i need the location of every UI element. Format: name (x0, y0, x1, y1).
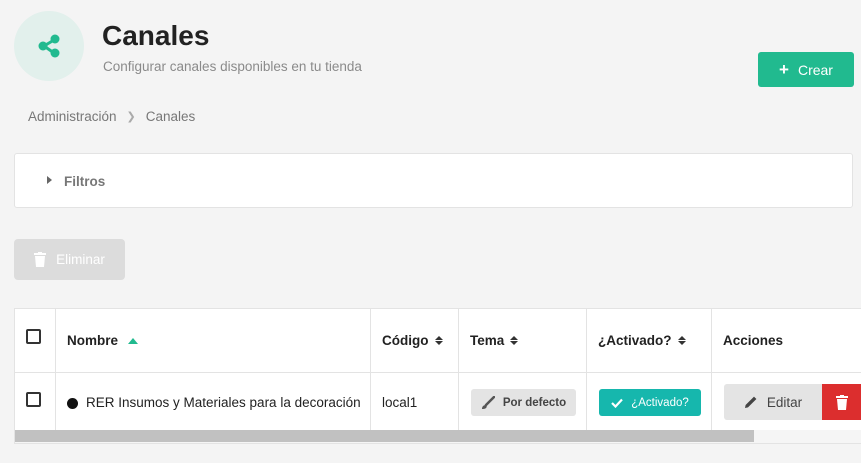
share-icon (38, 34, 60, 58)
page-title: Canales (102, 20, 210, 51)
column-label-acciones: Acciones (723, 333, 784, 348)
channels-table: Nombre Código Tema ¿Activado? Acciones R… (14, 308, 861, 444)
theme-badge-label: Por defecto (502, 396, 567, 409)
filters-panel[interactable]: Filtros (14, 153, 853, 208)
column-divider (370, 309, 371, 430)
sort-icon (677, 336, 686, 345)
channels-header-icon (14, 11, 84, 81)
filters-label: Filtros (64, 174, 106, 189)
trash-icon (34, 252, 47, 267)
bulk-delete-label: Eliminar (56, 252, 105, 267)
column-header-activado[interactable]: ¿Activado? (598, 333, 686, 348)
check-icon (611, 398, 624, 408)
select-all-checkbox[interactable] (26, 329, 41, 344)
column-divider (711, 309, 712, 430)
status-badge: ¿Activado? (599, 389, 701, 416)
create-button[interactable]: + Crear (758, 52, 854, 87)
column-label-codigo: Código (382, 333, 429, 348)
channel-color-dot (67, 397, 78, 409)
brush-icon (481, 395, 495, 409)
sort-ascending-icon (128, 337, 139, 344)
channel-code: local1 (382, 395, 418, 410)
caret-right-icon (47, 176, 52, 184)
column-header-nombre[interactable]: Nombre (67, 333, 139, 348)
scrollbar-thumb[interactable] (15, 430, 754, 442)
bulk-delete-button[interactable]: Eliminar (14, 239, 125, 280)
column-divider (55, 309, 56, 430)
sort-icon (434, 336, 443, 345)
theme-badge: Por defecto (471, 389, 576, 416)
pencil-icon (744, 396, 757, 408)
page-subtitle: Configurar canales disponibles en tu tie… (103, 59, 362, 74)
edit-button-label: Editar (766, 394, 803, 410)
status-badge-label: ¿Activado? (631, 396, 689, 409)
column-header-codigo[interactable]: Código (382, 333, 443, 348)
row-checkbox[interactable] (26, 392, 41, 407)
sort-icon (510, 336, 519, 345)
column-label-activado: ¿Activado? (598, 333, 672, 348)
column-label-tema: Tema (470, 333, 505, 348)
table-row-name[interactable]: RER Insumos y Materiales para la decorac… (67, 395, 361, 410)
trash-icon (836, 394, 848, 410)
column-divider (458, 309, 459, 430)
header-divider (15, 372, 861, 373)
column-label-nombre: Nombre (67, 333, 119, 348)
column-header-acciones: Acciones (723, 333, 783, 348)
column-header-tema[interactable]: Tema (470, 333, 519, 348)
delete-row-button[interactable] (822, 384, 861, 420)
column-divider (586, 309, 587, 430)
create-button-label: Crear (797, 61, 833, 78)
breadcrumb: Administración ❯ Canales (28, 109, 195, 124)
horizontal-scrollbar[interactable] (15, 430, 861, 443)
plus-icon: + (779, 60, 789, 79)
edit-button[interactable]: Editar (724, 384, 822, 420)
breadcrumb-item-administracion[interactable]: Administración (28, 109, 117, 124)
channel-name: RER Insumos y Materiales para la decorac… (86, 395, 361, 410)
chevron-right-icon: ❯ (126, 111, 136, 123)
breadcrumb-item-canales: Canales (145, 109, 196, 124)
